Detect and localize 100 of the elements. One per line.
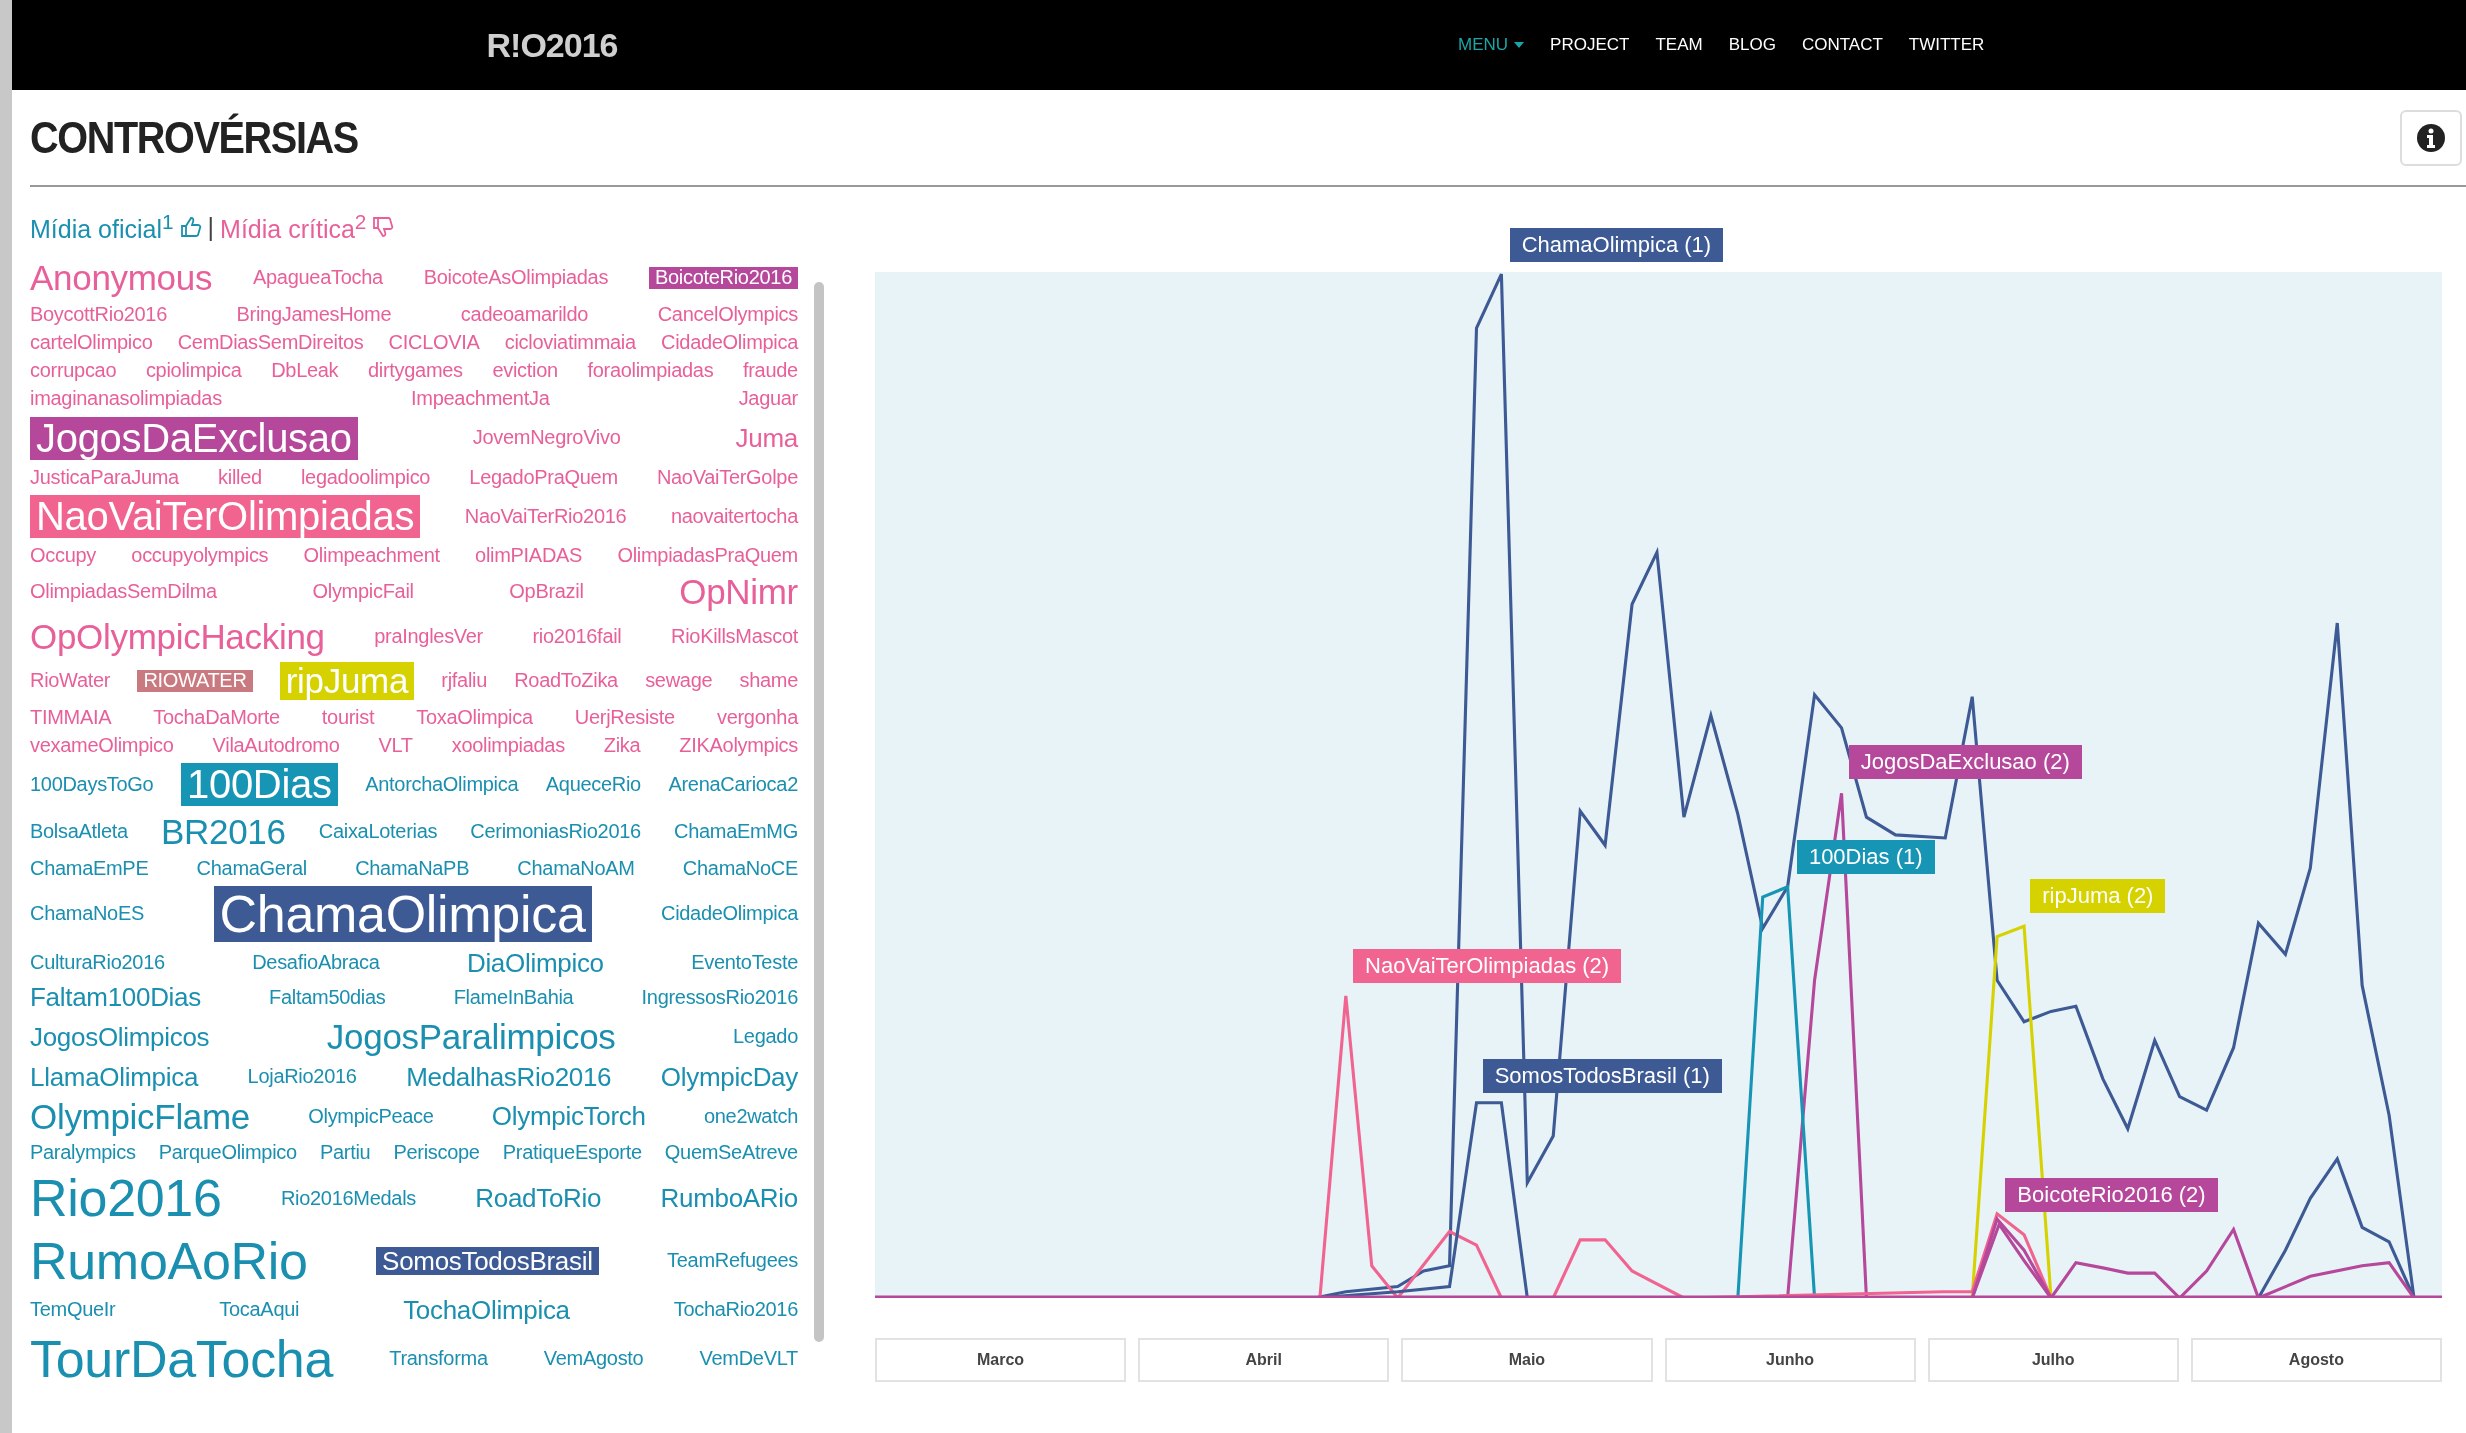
hashtag[interactable]: olimPIADAS	[475, 544, 583, 567]
hashtag[interactable]: NaoVaiTerRio2016	[464, 505, 627, 528]
hashtag[interactable]: LegadoPraQuem	[469, 466, 618, 489]
hashtag[interactable]: TeamRefugees	[667, 1250, 798, 1273]
hashtag[interactable]: Faltam100Dias	[30, 983, 201, 1012]
hashtag[interactable]: SomosTodosBrasil	[376, 1247, 599, 1276]
hashtag[interactable]: Rio2016	[30, 1170, 222, 1227]
hashtag[interactable]: MedalhasRio2016	[406, 1062, 612, 1091]
hashtag[interactable]: sewage	[645, 670, 713, 692]
nav-link[interactable]: TEAM	[1655, 35, 1703, 55]
hashtag[interactable]: RioWater	[30, 670, 111, 692]
hashtag[interactable]: eviction	[492, 360, 558, 382]
hashtag[interactable]: JogosParalimpicos	[326, 1018, 616, 1057]
hashtag[interactable]: TocaAqui	[219, 1299, 300, 1321]
hashtag[interactable]: NaoVaiTerOlimpiadas	[30, 494, 421, 539]
hashtag[interactable]: TourDaTocha	[30, 1330, 334, 1387]
hashtag[interactable]: OlympicFail	[312, 581, 414, 603]
hashtag[interactable]: RumboARio	[660, 1184, 798, 1213]
hashtag[interactable]: FlameInBahia	[453, 986, 574, 1009]
hashtag[interactable]: CerimoniasRio2016	[470, 821, 641, 843]
hashtag[interactable]: LojaRio2016	[247, 1066, 357, 1088]
hashtag[interactable]: fraude	[743, 360, 798, 382]
hashtag[interactable]: JusticaParaJuma	[30, 466, 179, 489]
hashtag[interactable]: QuemSeAtreve	[664, 1142, 798, 1164]
hashtag[interactable]: ChamaOlimpica	[213, 885, 592, 942]
hashtag[interactable]: OpNimr	[679, 573, 798, 611]
hashtag[interactable]: 100Dias	[181, 763, 338, 807]
hashtag[interactable]: occupyolympics	[131, 544, 269, 567]
hashtag[interactable]: tourist	[321, 706, 375, 729]
hashtag[interactable]: killed	[218, 466, 262, 489]
hashtag[interactable]: rjfaliu	[441, 670, 488, 692]
hashtag[interactable]: CidadeOlimpica	[661, 903, 798, 925]
hashtag[interactable]: VLT	[378, 734, 413, 757]
hashtag[interactable]: Periscope	[393, 1142, 480, 1164]
hashtag[interactable]: RoadToRio	[475, 1184, 602, 1213]
hashtag[interactable]: ChamaGeral	[196, 857, 307, 880]
hashtag[interactable]: 100DaysToGo	[30, 773, 154, 796]
hashtag[interactable]: ChamaNoES	[30, 903, 145, 925]
hashtag[interactable]: NaoVaiTerGolpe	[656, 466, 798, 489]
hashtag[interactable]: xoolimpiadas	[451, 734, 565, 757]
hashtag[interactable]: RumoAoRio	[30, 1233, 308, 1290]
hashtag[interactable]: RioKillsMascot	[671, 625, 798, 648]
hashtag[interactable]: RoadToZika	[514, 670, 618, 692]
hashtag[interactable]: CICLOVIA	[388, 331, 480, 354]
hashtag[interactable]: BolsaAtleta	[30, 821, 128, 843]
hashtag[interactable]: EventoTeste	[691, 951, 798, 974]
hashtag[interactable]: cadeoamarildo	[460, 303, 589, 326]
hashtag[interactable]: OlimpiadasSemDilma	[30, 581, 217, 603]
hashtag[interactable]: corrupcao	[30, 360, 117, 382]
hashtag[interactable]: OlimpiadasPraQuem	[617, 544, 798, 567]
nav-link[interactable]: CONTACT	[1801, 35, 1883, 55]
hashtag[interactable]: ImpeachmentJa	[411, 388, 550, 410]
hashtag[interactable]: VilaAutodromo	[212, 734, 340, 757]
month-button[interactable]: Abril	[1138, 1338, 1390, 1382]
hashtag[interactable]: vexameOlimpico	[30, 734, 174, 757]
hashtag[interactable]: TemQueIr	[30, 1299, 116, 1321]
info-button[interactable]	[2400, 109, 2462, 166]
hashtag[interactable]: Partiu	[319, 1142, 371, 1164]
month-button[interactable]: Marco	[875, 1338, 1127, 1382]
hashtag[interactable]: Paralympics	[30, 1142, 136, 1164]
hashtag[interactable]: Faltam50dias	[269, 986, 386, 1009]
hashtag[interactable]: BoicoteAsOlimpiadas	[423, 267, 609, 289]
hashtag[interactable]: VemAgosto	[543, 1348, 644, 1370]
hashtag[interactable]: AqueceRio	[545, 773, 641, 796]
logo[interactable]: R!O2016	[12, 25, 1092, 65]
hashtag[interactable]: ArenaCarioca2	[668, 773, 798, 796]
hashtag[interactable]: CulturaRio2016	[30, 951, 165, 974]
month-button[interactable]: Junho	[1664, 1338, 1916, 1382]
hashtag[interactable]: foraolimpiadas	[587, 360, 714, 382]
hashtag[interactable]: ChamaNoAM	[517, 857, 635, 880]
hashtag[interactable]: DiaOlimpico	[466, 948, 604, 977]
hashtag[interactable]: PratiqueEsporte	[502, 1142, 642, 1164]
hashtag[interactable]: JovemNegroVivo	[472, 427, 621, 450]
official-media-link[interactable]: Mídia oficial$^{1}$	[30, 209, 174, 245]
hashtag[interactable]: Legado	[733, 1026, 798, 1048]
nav-link[interactable]: TWITTER	[1908, 35, 1985, 55]
hashtag[interactable]: ToxaOlimpica	[416, 706, 533, 729]
hashtag[interactable]: LlamaOlimpica	[30, 1062, 199, 1091]
hashtag[interactable]: AntorchaOlimpica	[365, 773, 519, 796]
hashtag[interactable]: shame	[739, 670, 798, 692]
hashtag[interactable]: CidadeOlimpica	[661, 331, 798, 354]
month-button[interactable]: Maio	[1401, 1338, 1653, 1382]
hashtag[interactable]: RIOWATER	[137, 670, 253, 692]
hashtag[interactable]: CaixaLoterias	[318, 821, 438, 843]
month-button[interactable]: Agosto	[2190, 1338, 2442, 1382]
hashtag[interactable]: ApagueaTocha	[253, 267, 383, 289]
nav-link[interactable]: BLOG	[1728, 35, 1776, 55]
hashtag[interactable]: DbLeak	[271, 360, 339, 382]
hashtag[interactable]: OpBrazil	[509, 581, 584, 603]
hashtag[interactable]: Occupy	[30, 544, 96, 567]
hashtag[interactable]: naovaitertocha	[670, 505, 798, 528]
hashtag[interactable]: IngressosRio2016	[641, 986, 798, 1009]
hashtag[interactable]: dirtygames	[367, 360, 463, 382]
hashtag[interactable]: Transforma	[389, 1348, 488, 1370]
scrollbar[interactable]	[814, 282, 824, 1342]
hashtag[interactable]: TIMMAIA	[30, 706, 112, 729]
month-button[interactable]: Julho	[1927, 1338, 2179, 1382]
hashtag[interactable]: CancelOlympics	[657, 303, 798, 326]
hashtag[interactable]: OlympicTorch	[491, 1102, 646, 1131]
hashtag[interactable]: ChamaEmMG	[674, 821, 798, 843]
